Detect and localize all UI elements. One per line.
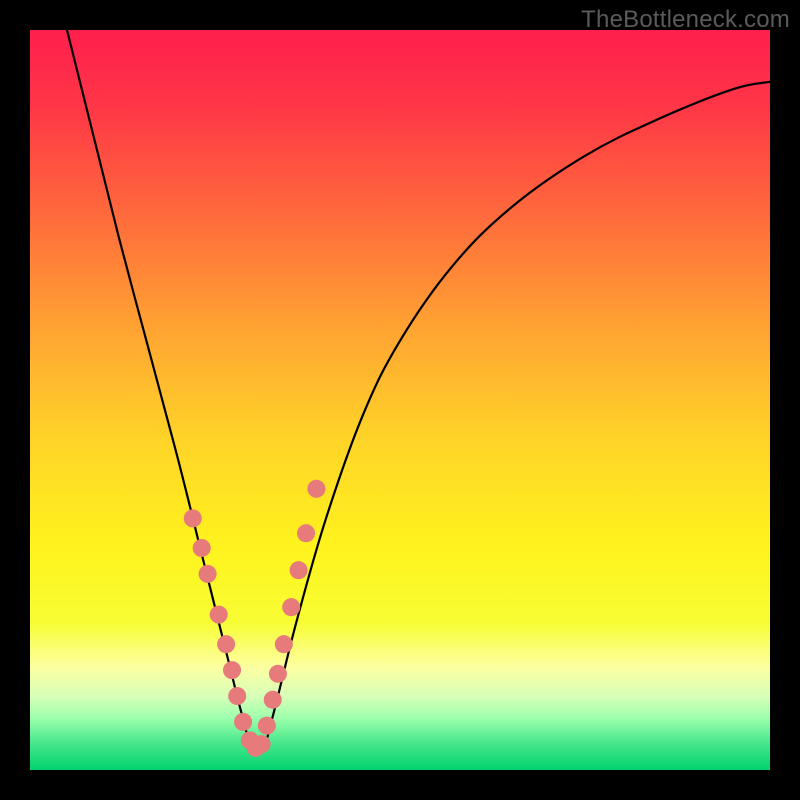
marker-dot — [297, 524, 315, 542]
outer-frame: TheBottleneck.com — [0, 0, 800, 800]
watermark-text: TheBottleneck.com — [581, 6, 790, 34]
marker-dot — [184, 509, 202, 527]
marker-dot — [264, 691, 282, 709]
chart-svg — [30, 30, 770, 770]
marker-dot — [234, 713, 252, 731]
bottleneck-curve — [67, 30, 770, 753]
marker-dot — [258, 717, 276, 735]
marker-dot — [210, 606, 228, 624]
marker-dot — [228, 687, 246, 705]
highlight-dots — [184, 480, 326, 757]
marker-dot — [282, 598, 300, 616]
marker-dot — [275, 635, 293, 653]
marker-dot — [223, 661, 241, 679]
marker-dot — [269, 665, 287, 683]
marker-dot — [290, 561, 308, 579]
marker-dot — [253, 735, 271, 753]
marker-dot — [307, 480, 325, 498]
marker-dot — [199, 565, 217, 583]
marker-dot — [217, 635, 235, 653]
plot-area — [30, 30, 770, 770]
marker-dot — [193, 539, 211, 557]
